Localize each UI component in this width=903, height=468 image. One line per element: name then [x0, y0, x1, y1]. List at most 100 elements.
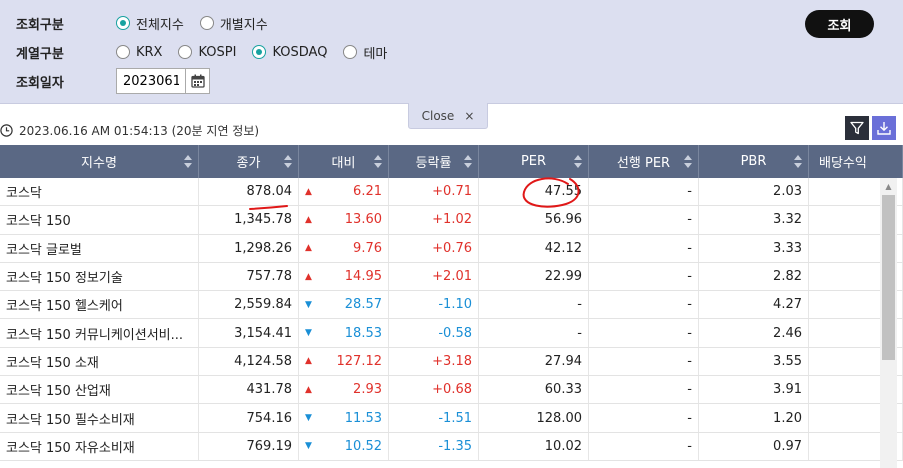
cell-forward-per: -: [589, 432, 699, 460]
radio-label: KOSDAQ: [272, 44, 328, 60]
cell-close: 2,559.84: [199, 291, 299, 319]
table-row[interactable]: 코스닥 150 헬스케어 2,559.84 ▼ 28.57 -1.10- -4.27: [0, 291, 903, 320]
sort-icon: [464, 155, 472, 168]
header-change[interactable]: 대비: [299, 145, 389, 178]
cell-change: ▲ 13.60: [299, 206, 389, 234]
cell-pbr: 1.20: [699, 404, 809, 432]
sort-icon: [794, 155, 802, 168]
cell-pbr: 0.97: [699, 432, 809, 460]
arrow-up-icon: ▲: [305, 243, 312, 254]
filter-icon: [850, 121, 864, 135]
cell-per: 42.12: [479, 234, 589, 262]
cell-change: ▲ 2.93: [299, 376, 389, 404]
table-body: 코스닥 878.04 ▲ 6.21 +0.71 47.55-2.03 코스닥 150 1,34…: [0, 178, 903, 461]
header-label: PBR: [740, 154, 767, 169]
date-input[interactable]: [116, 68, 186, 94]
change-value: 6.21: [353, 184, 382, 200]
header-per[interactable]: PER: [479, 145, 589, 178]
radio-kospi[interactable]: KOSPI: [178, 45, 236, 60]
cell-forward-per: -: [589, 319, 699, 347]
table-row[interactable]: 코스닥 150 정보기술 757.78 ▲ 14.95 +2.01 22.99-2.82: [0, 262, 903, 292]
radio-single-index[interactable]: 개별지수: [199, 14, 268, 33]
cell-index-name: 코스닥 150 산업재: [0, 376, 199, 404]
header-label: 배당수익: [819, 156, 867, 171]
change-value: 10.52: [344, 438, 382, 454]
radio-label: 개별지수: [219, 17, 268, 33]
arrow-down-icon: ▼: [305, 441, 312, 452]
cell-index-name: 코스닥 150: [0, 206, 199, 234]
scroll-up-icon[interactable]: ▲: [880, 178, 897, 194]
cell-forward-per: -: [589, 234, 699, 262]
filter-button[interactable]: [845, 116, 869, 140]
cell-rate: +0.76: [389, 234, 479, 262]
header-forward-per[interactable]: 선행 PER: [589, 145, 699, 178]
arrow-up-icon: ▲: [305, 384, 312, 395]
arrow-up-icon: ▲: [305, 214, 312, 225]
cell-per: -: [479, 291, 589, 319]
change-value: 2.93: [353, 382, 382, 398]
table-row[interactable]: 코스닥 150 자유소비재 769.19 ▼ 10.52 -1.35 10.02-0.97: [0, 432, 903, 461]
cell-close: 769.19: [199, 432, 299, 460]
header-close[interactable]: 종가: [199, 145, 299, 178]
header-label: 등락률: [415, 156, 452, 171]
table-row[interactable]: 코스닥 150 산업재 431.78 ▲ 2.93 +0.68 60.33-3.91: [0, 376, 903, 405]
cell-rate: +0.71: [389, 178, 479, 206]
radio-kosdaq[interactable]: KOSDAQ: [252, 45, 327, 60]
header-label: 지수명: [81, 156, 117, 171]
close-panel-tab[interactable]: Close ×: [408, 103, 488, 129]
header-index-name[interactable]: 지수명: [0, 145, 199, 178]
calendar-button[interactable]: [186, 68, 210, 94]
download-button[interactable]: [872, 116, 896, 140]
table-row[interactable]: 코스닥 150 필수소비재 754.16 ▼ 11.53 -1.51 128.00-1.2…: [0, 404, 903, 433]
cell-index-name: 코스닥 150 자유소비재: [0, 432, 199, 460]
radio-label: 테마: [363, 46, 388, 62]
cell-change: ▼ 11.53: [299, 404, 389, 432]
radio-krx[interactable]: KRX: [116, 45, 162, 60]
arrow-up-icon: ▲: [305, 271, 312, 282]
change-value: 18.53: [344, 325, 382, 341]
table-row[interactable]: 코스닥 878.04 ▲ 6.21 +0.71 47.55-2.03: [0, 178, 903, 207]
header-pbr[interactable]: PBR: [699, 145, 809, 178]
radio-label: 전체지수: [136, 17, 184, 33]
table-row[interactable]: 코스닥 150 커뮤니케이션서비... 3,154.41 ▼ 18.53 -0.58- -…: [0, 319, 903, 348]
scrollbar-thumb[interactable]: [882, 195, 895, 360]
change-value: 13.60: [344, 212, 382, 228]
cell-forward-per: -: [589, 404, 699, 432]
header-rate[interactable]: 등락률: [389, 145, 479, 178]
change-value: 9.76: [353, 240, 382, 256]
cell-rate: -1.10: [389, 291, 479, 319]
cell-forward-per: -: [589, 206, 699, 234]
table-row[interactable]: 코스닥 글로벌 1,298.26 ▲ 9.76 +0.76 42.12-3.33: [0, 234, 903, 263]
close-label: Close: [421, 108, 455, 123]
cell-close: 878.04: [199, 178, 299, 206]
radio-all-index[interactable]: 전체지수: [116, 14, 184, 33]
cell-close: 1,298.26: [199, 234, 299, 262]
cell-close: 431.78: [199, 376, 299, 404]
cell-index-name: 코스닥 150 정보기술: [0, 262, 199, 291]
cell-per: 60.33: [479, 376, 589, 404]
inquiry-type-label: 조회구분: [16, 17, 64, 33]
radio-theme[interactable]: 테마: [343, 43, 387, 62]
cell-per: 22.99: [479, 262, 589, 291]
arrow-up-icon: ▲: [305, 356, 312, 367]
cell-close: 757.78: [199, 262, 299, 291]
change-value: 28.57: [344, 297, 382, 313]
table-row[interactable]: 코스닥 150 소재 4,124.58 ▲ 127.12 +3.18 27.94-3.55: [0, 347, 903, 377]
sort-icon: [374, 155, 382, 168]
table-row[interactable]: 코스닥 150 1,345.78 ▲ 13.60 +1.02 56.96-3.32: [0, 206, 903, 235]
search-button[interactable]: 조회: [805, 10, 874, 38]
inquiry-date-label: 조회일자: [16, 75, 64, 91]
table-header: 지수명 종가 대비 등락률 PER 선행 PER PBR 배당수익: [0, 145, 903, 178]
cell-per: 47.55: [479, 178, 589, 206]
header-dividend-yield[interactable]: 배당수익: [809, 145, 903, 178]
cell-change: ▲ 9.76: [299, 234, 389, 262]
sort-icon: [684, 155, 692, 168]
close-icon: ×: [464, 108, 475, 123]
cell-close: 1,345.78: [199, 206, 299, 234]
cell-change: ▼ 10.52: [299, 432, 389, 460]
cell-per: 27.94: [479, 347, 589, 376]
cell-change: ▼ 28.57: [299, 291, 389, 319]
cell-forward-per: -: [589, 291, 699, 319]
search-panel: 조회구분 전체지수 개별지수 계열구분 KRX KOSPI KOSDAQ 테마 …: [0, 0, 903, 104]
cell-per: 56.96: [479, 206, 589, 234]
